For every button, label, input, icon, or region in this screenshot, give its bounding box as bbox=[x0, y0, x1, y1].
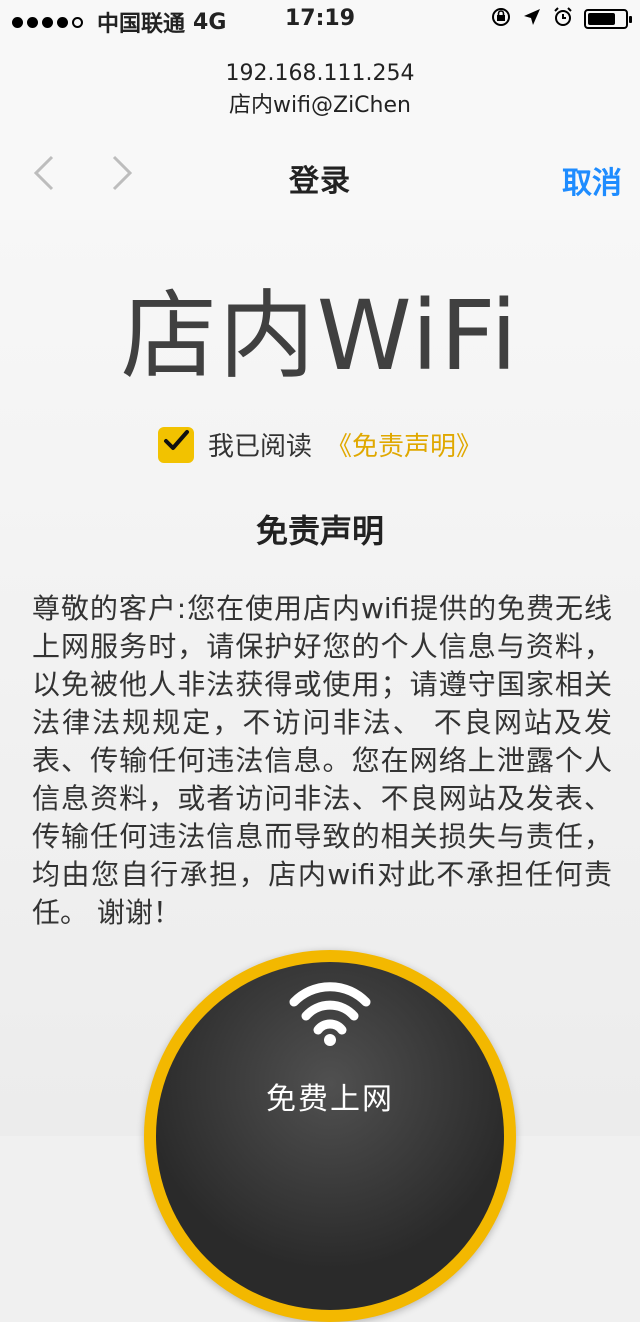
connect-button[interactable]: 免费上网 bbox=[156, 962, 504, 1310]
disclaimer-heading: 免责声明 bbox=[255, 512, 384, 550]
agreement-row: 我已阅读 《免责声明》 bbox=[0, 426, 640, 463]
connect-ring: 免费上网 bbox=[144, 950, 516, 1322]
agree-checkbox[interactable] bbox=[157, 426, 194, 463]
connect-label: 免费上网 bbox=[266, 1082, 394, 1117]
status-bar: 中国联通 4G 17:19 bbox=[0, 0, 640, 40]
portal-info: 192.168.111.254 店内wifi@ZiChen bbox=[0, 58, 640, 122]
battery-fill bbox=[588, 13, 615, 25]
alarm-icon bbox=[552, 6, 574, 32]
page-title: 登录 bbox=[289, 164, 351, 199]
battery-icon bbox=[584, 9, 632, 29]
brand-title: 店内WiFi bbox=[120, 280, 520, 392]
portal-ssid: 店内wifi@ZiChen bbox=[229, 93, 411, 118]
portal-ip: 192.168.111.254 bbox=[225, 61, 415, 86]
agree-text: 我已阅读 bbox=[207, 432, 312, 462]
portal-nav: 登录 取消 bbox=[0, 148, 640, 202]
disclaimer-body: 尊敬的客户:您在使用店内wifi提供的免费无线上网服务时，请保护好您的个人信息与… bbox=[32, 592, 612, 929]
location-arrow-icon bbox=[522, 7, 542, 31]
lock-rotation-icon bbox=[490, 6, 512, 32]
portal-header: 中国联通 4G 17:19 192.168.111.254 店内wifi@ZiC… bbox=[0, 0, 640, 221]
wifi-icon bbox=[288, 978, 372, 1050]
status-right bbox=[490, 6, 632, 32]
checkmark-icon bbox=[161, 426, 191, 463]
cancel-button[interactable]: 取消 bbox=[562, 158, 622, 202]
content-area: 店内WiFi 我已阅读 《免责声明》 免责声明 尊敬的客户:您在使用店内wifi… bbox=[0, 220, 640, 1322]
disclaimer-link[interactable]: 《免责声明》 bbox=[326, 426, 482, 463]
